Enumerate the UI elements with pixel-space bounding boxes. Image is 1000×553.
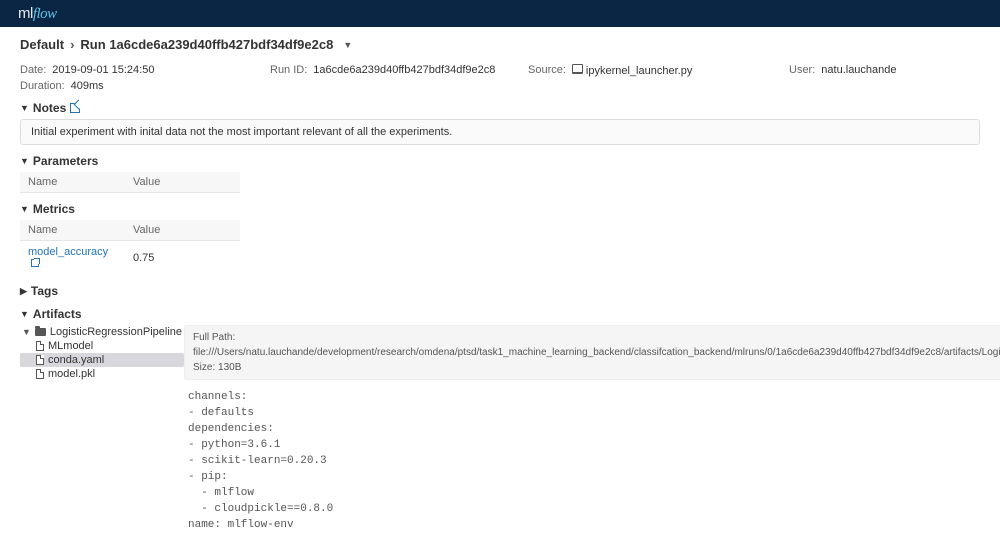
logo-flow: flow: [33, 6, 57, 22]
section-parameters: ▼ Parameters Name Value: [20, 154, 980, 193]
logo-ml: ml: [18, 5, 33, 22]
date-value: 2019-09-01 15:24:50: [52, 64, 154, 77]
section-metrics: ▼ Metrics Name Value model_accuracy 0.75: [20, 202, 980, 275]
chevron-right-icon: ›: [70, 37, 74, 52]
meta-row-1: Date: 2019-09-01 15:24:50 Run ID: 1a6cde…: [20, 64, 980, 77]
full-path-value: file:///Users/natu.lauchande/development…: [193, 347, 1000, 358]
note-text: Initial experiment with inital data not …: [20, 119, 980, 145]
tree-item-mlmodel[interactable]: MLmodel: [20, 339, 184, 353]
tree-root[interactable]: ▼ LogisticRegressionPipeline: [20, 325, 184, 339]
runid-label: Run ID:: [270, 64, 307, 77]
table-row: model_accuracy 0.75: [20, 241, 240, 276]
file-icon: [36, 355, 44, 365]
metrics-table: Name Value model_accuracy 0.75: [20, 220, 240, 275]
runid-value: 1a6cde6a239d40ffb427bdf34df9e2c8: [313, 64, 495, 77]
artifact-viewer: Full Path: file:///Users/natu.lauchande/…: [184, 325, 1000, 543]
caret-down-icon: ▼: [20, 103, 29, 113]
meta-row-2: Duration: 409ms: [20, 80, 980, 92]
section-artifacts: ▼ Artifacts ▼ LogisticRegressionPipeline…: [20, 307, 980, 543]
user-label: User:: [789, 64, 815, 77]
logo[interactable]: mlflow: [18, 5, 57, 23]
notes-header[interactable]: ▼ Notes: [20, 101, 980, 115]
col-name: Name: [20, 220, 125, 241]
col-value: Value: [125, 220, 240, 241]
tree-item-conda[interactable]: conda.yaml: [20, 353, 184, 367]
caret-right-icon: ▶: [20, 286, 27, 297]
external-link-icon[interactable]: [31, 259, 39, 267]
metrics-header[interactable]: ▼ Metrics: [20, 202, 980, 216]
file-icon: [36, 369, 44, 379]
size-label: Size:: [193, 362, 215, 373]
col-name: Name: [20, 172, 125, 193]
section-notes: ▼ Notes Initial experiment with inital d…: [20, 101, 980, 145]
breadcrumb-run[interactable]: Run 1a6cde6a239d40ffb427bdf34df9e2c8: [80, 37, 333, 52]
duration-value: 409ms: [71, 80, 104, 92]
navbar: mlflow: [0, 0, 1000, 27]
artifacts-header[interactable]: ▼ Artifacts: [20, 307, 980, 321]
section-tags: ▶ Tags: [20, 284, 980, 298]
source-value[interactable]: ipykernel_launcher.py: [572, 64, 692, 77]
caret-down-icon: ▼: [20, 309, 29, 319]
tags-header[interactable]: ▶ Tags: [20, 284, 980, 298]
tree-item-modelpkl[interactable]: model.pkl: [20, 367, 184, 381]
laptop-icon: [572, 64, 583, 77]
file-icon: [36, 341, 44, 351]
file-content: channels: - defaults dependencies: - pyt…: [184, 380, 1000, 543]
size-value: 130B: [218, 362, 241, 373]
parameters-table: Name Value: [20, 172, 240, 193]
duration-label: Duration:: [20, 80, 65, 92]
viewer-header: Full Path: file:///Users/natu.lauchande/…: [184, 325, 1000, 380]
artifact-tree: ▼ LogisticRegressionPipeline MLmodel con…: [20, 325, 184, 543]
metric-link[interactable]: model_accuracy: [28, 246, 108, 258]
triangle-down-icon: ▼: [22, 327, 31, 337]
source-label: Source:: [528, 64, 566, 77]
user-value: natu.lauchande: [821, 64, 896, 77]
parameters-header[interactable]: ▼ Parameters: [20, 154, 980, 168]
folder-icon: [35, 328, 46, 336]
metric-value: 0.75: [125, 241, 240, 276]
breadcrumb-root[interactable]: Default: [20, 37, 64, 52]
date-label: Date:: [20, 64, 46, 77]
edit-icon[interactable]: [70, 103, 80, 113]
col-value: Value: [125, 172, 240, 193]
breadcrumb: Default › Run 1a6cde6a239d40ffb427bdf34d…: [20, 37, 980, 52]
chevron-down-icon[interactable]: ▼: [343, 40, 352, 50]
full-path-label: Full Path:: [193, 332, 235, 343]
caret-down-icon: ▼: [20, 156, 29, 166]
caret-down-icon: ▼: [20, 204, 29, 214]
